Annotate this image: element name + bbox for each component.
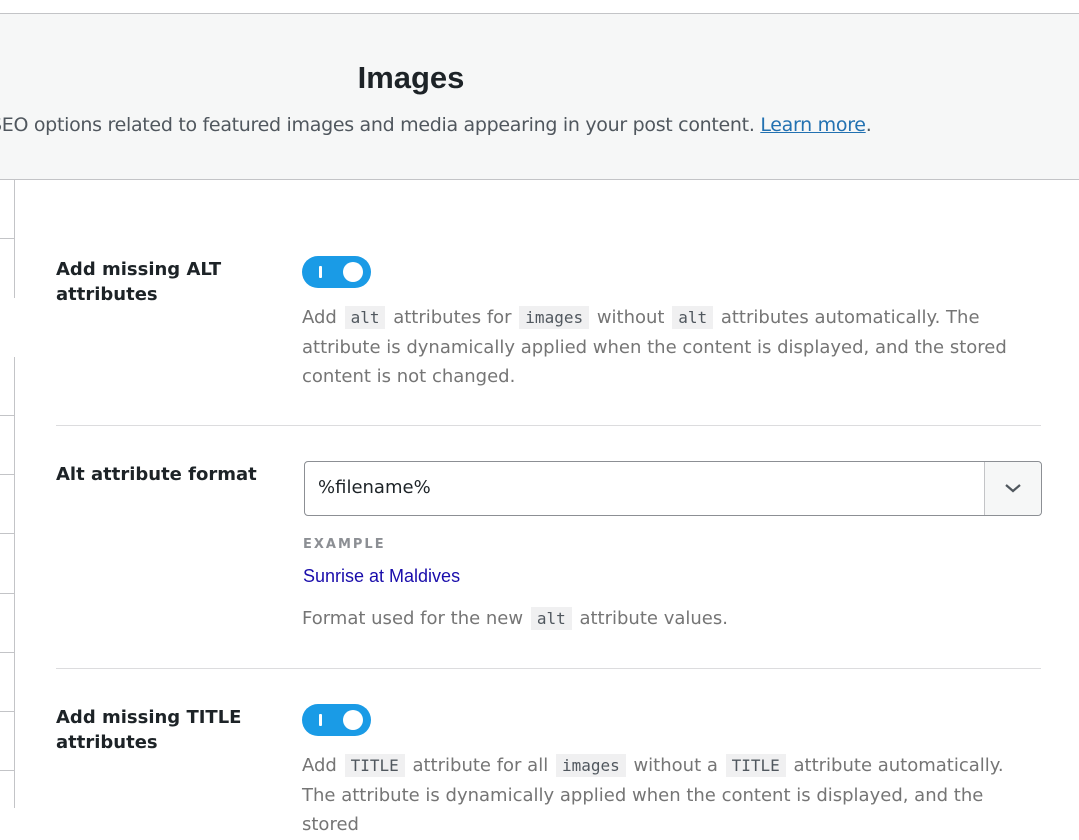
page-title: Images xyxy=(357,60,465,95)
alt-format-select[interactable]: %filename% xyxy=(304,461,1042,516)
sidebar-divider xyxy=(0,652,14,653)
toggle-on-indicator xyxy=(319,266,322,278)
row-divider xyxy=(56,425,1041,426)
help-text: Add xyxy=(302,755,343,776)
sidebar-card-2 xyxy=(0,357,15,808)
code-title: TITLE xyxy=(344,754,405,777)
help-text: attributes for xyxy=(387,307,518,328)
toggle-knob xyxy=(343,262,363,282)
alt-format-value: %filename% xyxy=(318,477,431,498)
chevron-down-icon xyxy=(1005,484,1021,493)
alt-format-help: Format used for the new alt attribute va… xyxy=(302,604,1037,634)
help-text: without a xyxy=(627,755,724,776)
top-border xyxy=(0,0,1079,14)
help-text: Format used for the new xyxy=(302,608,529,629)
alt-missing-label: Add missing ALT attributes xyxy=(56,259,222,305)
sidebar-divider xyxy=(0,770,14,771)
example-label: EXAMPLE xyxy=(303,537,386,552)
section-header: Images SEO options related to featured i… xyxy=(0,14,1079,180)
alt-missing-help: Add alt attributes for images without al… xyxy=(302,303,1037,392)
help-text: attribute for all xyxy=(406,755,554,776)
help-text: without xyxy=(591,307,671,328)
alt-missing-toggle[interactable] xyxy=(302,256,371,288)
code-alt: alt xyxy=(530,607,572,630)
code-images: images xyxy=(555,754,626,777)
code-title: TITLE xyxy=(725,754,786,777)
learn-more-link[interactable]: Learn more xyxy=(760,114,866,136)
sidebar-divider xyxy=(0,711,14,712)
sidebar-card-1 xyxy=(0,180,15,298)
sidebar-divider xyxy=(0,238,14,239)
title-missing-toggle[interactable] xyxy=(302,704,371,736)
page-description: SEO options related to featured images a… xyxy=(0,114,872,136)
title-missing-help: Add TITLE attribute for all images witho… xyxy=(302,751,1037,840)
sidebar-divider xyxy=(0,474,14,475)
description-period: . xyxy=(865,114,872,136)
title-missing-label: Add missing TITLE attributes xyxy=(56,707,242,753)
sidebar-divider xyxy=(0,593,14,594)
alt-format-label: Alt attribute format xyxy=(56,464,257,485)
sidebar-divider xyxy=(0,415,14,416)
toggle-knob xyxy=(343,710,363,730)
dropdown-toggle[interactable] xyxy=(984,462,1041,515)
row-divider xyxy=(56,668,1041,669)
code-alt: alt xyxy=(672,306,714,329)
description-text: SEO options related to featured images a… xyxy=(0,114,761,136)
help-text: Add xyxy=(302,307,343,328)
code-alt: alt xyxy=(344,306,386,329)
sidebar-divider xyxy=(0,533,14,534)
example-value: Sunrise at Maldives xyxy=(303,566,461,586)
toggle-on-indicator xyxy=(319,714,322,726)
code-images: images xyxy=(519,306,590,329)
help-text: attribute values. xyxy=(573,608,728,629)
